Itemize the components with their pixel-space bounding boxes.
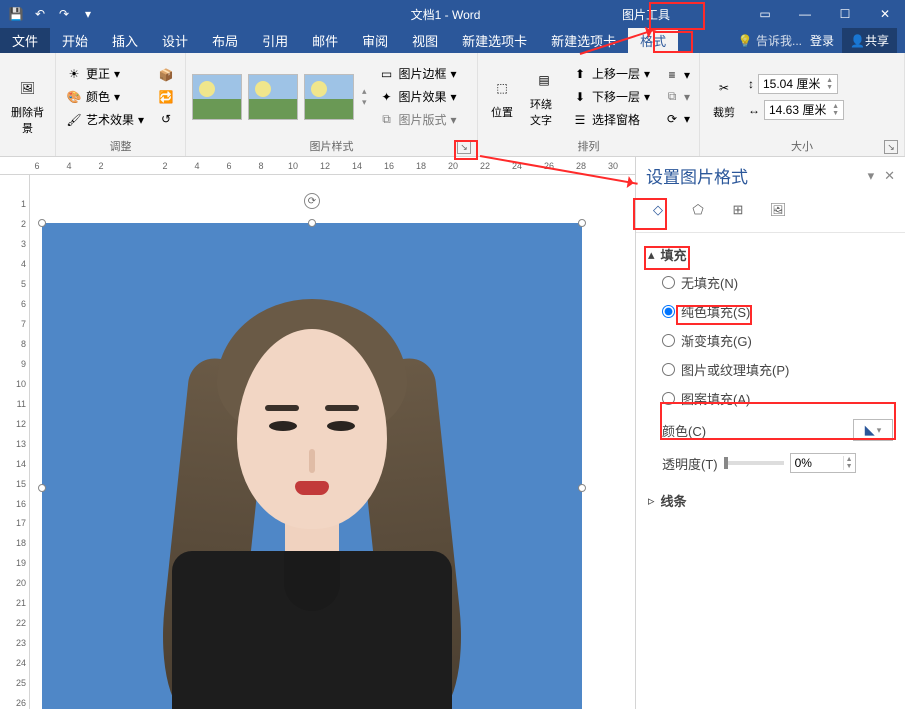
- selected-picture[interactable]: ⟳: [42, 223, 582, 709]
- reset-picture-button[interactable]: ↺: [154, 109, 178, 129]
- picture-texture-fill-radio[interactable]: 图片或纹理填充(P): [648, 355, 893, 384]
- picture-border-button[interactable]: ▭图片边框 ▾: [375, 63, 461, 84]
- gradient-fill-radio[interactable]: 渐变填充(G): [648, 326, 893, 355]
- line-section-header[interactable]: ▹线条: [648, 487, 893, 514]
- width-input[interactable]: 14.63 厘米▲▼: [764, 100, 844, 120]
- redo-icon[interactable]: ↷: [54, 4, 74, 24]
- picture-layout-button[interactable]: ⧉图片版式 ▾: [375, 109, 461, 130]
- arrange-group-label: 排列: [484, 136, 693, 154]
- effects-tab-icon[interactable]: ⬠: [684, 196, 712, 224]
- styles-more-button[interactable]: ▴▾: [360, 74, 369, 120]
- horizontal-ruler[interactable]: 64224681012141618202224262830: [0, 157, 635, 175]
- tab-design[interactable]: 设计: [150, 28, 200, 53]
- tab-newtab2[interactable]: 新建选项卡: [539, 28, 628, 53]
- maximize-icon[interactable]: ☐: [825, 0, 865, 28]
- resize-handle-e[interactable]: [578, 484, 586, 492]
- undo-icon[interactable]: ↶: [30, 4, 50, 24]
- pattern-fill-radio[interactable]: 图案填充(A): [648, 384, 893, 413]
- format-picture-pane: 设置图片格式 ▾ ✕ ◇ ⬠ ⊞ 🖼 ▴填充 无填充(N) 纯色填充(S) 渐变…: [635, 157, 905, 709]
- no-fill-radio[interactable]: 无填充(N): [648, 268, 893, 297]
- group-button[interactable]: ⧉▾: [660, 87, 694, 107]
- picture-effects-button[interactable]: ✦图片效果 ▾: [375, 86, 461, 107]
- height-input[interactable]: 15.04 厘米▲▼: [758, 74, 838, 94]
- share-button[interactable]: 👤 共享: [842, 28, 897, 53]
- height-icon: ↕: [748, 77, 754, 91]
- tab-home[interactable]: 开始: [50, 28, 100, 53]
- tab-view[interactable]: 视图: [400, 28, 450, 53]
- size-group-label: 大小: [791, 138, 813, 154]
- tab-references[interactable]: 引用: [250, 28, 300, 53]
- collapse-icon: ▴: [648, 247, 655, 263]
- picture-style-2[interactable]: [248, 74, 298, 120]
- minimize-icon[interactable]: —: [785, 0, 825, 28]
- transparency-spinner[interactable]: ▲▼: [790, 453, 856, 473]
- fill-line-tab-icon[interactable]: ◇: [644, 196, 672, 224]
- position-button[interactable]: ⬚位置: [484, 72, 520, 122]
- color-picker-button[interactable]: ◣▾: [853, 419, 893, 441]
- rotate-handle[interactable]: ⟳: [304, 193, 320, 209]
- layout-tab-icon[interactable]: ⊞: [724, 196, 752, 224]
- rotate-button[interactable]: ⟳▾: [660, 109, 694, 129]
- styles-group-label: 图片样式: [310, 138, 354, 154]
- crop-button[interactable]: ✂裁剪: [706, 72, 742, 122]
- resize-handle-w[interactable]: [38, 484, 46, 492]
- tab-mail[interactable]: 邮件: [300, 28, 350, 53]
- pane-dropdown-icon[interactable]: ▾: [868, 168, 875, 184]
- transparency-label: 透明度(T): [662, 454, 718, 473]
- resize-handle-nw[interactable]: [38, 219, 46, 227]
- document-canvas[interactable]: ⟳: [30, 175, 635, 709]
- send-backward-button[interactable]: ⬇下移一层 ▾: [568, 86, 654, 107]
- resize-handle-n[interactable]: [308, 219, 316, 227]
- tab-review[interactable]: 审阅: [350, 28, 400, 53]
- corrections-button[interactable]: ☀更正 ▾: [62, 63, 148, 84]
- change-picture-button[interactable]: 🔁: [154, 87, 178, 107]
- tab-newtab1[interactable]: 新建选项卡: [450, 28, 539, 53]
- tab-format[interactable]: 格式: [628, 28, 678, 53]
- pane-title: 设置图片格式: [646, 163, 748, 188]
- tab-layout[interactable]: 布局: [200, 28, 250, 53]
- remove-background-button[interactable]: 🖼删除背景: [6, 72, 49, 138]
- styles-dialog-launcher[interactable]: ↘: [457, 140, 471, 154]
- width-icon: ↔: [748, 103, 760, 117]
- picture-content: [42, 223, 582, 709]
- align-button[interactable]: ≡▾: [660, 65, 694, 85]
- color-button[interactable]: 🎨颜色 ▾: [62, 86, 148, 107]
- color-label: 颜色(C): [662, 421, 706, 440]
- qat-dropdown-icon[interactable]: ▾: [78, 4, 98, 24]
- window-title: 文档1 - Word: [411, 6, 481, 23]
- expand-icon: ▹: [648, 493, 655, 509]
- fill-section-header[interactable]: ▴填充: [648, 241, 893, 268]
- vertical-ruler[interactable]: 1234567891011121314151617181920212223242…: [0, 175, 30, 709]
- size-dialog-launcher[interactable]: ↘: [884, 140, 898, 154]
- pane-close-icon[interactable]: ✕: [884, 168, 895, 184]
- bring-forward-button[interactable]: ⬆上移一层 ▾: [568, 63, 654, 84]
- adjust-group-label: 调整: [62, 136, 179, 154]
- picture-style-1[interactable]: [192, 74, 242, 120]
- picture-style-3[interactable]: [304, 74, 354, 120]
- resize-handle-ne[interactable]: [578, 219, 586, 227]
- artistic-effects-button[interactable]: 🖌艺术效果 ▾: [62, 109, 148, 130]
- close-icon[interactable]: ✕: [865, 0, 905, 28]
- contextual-tab-label: 图片工具: [612, 0, 680, 28]
- tab-file[interactable]: 文件: [0, 28, 50, 53]
- selection-pane-button[interactable]: ☰选择窗格: [568, 109, 654, 130]
- login-button[interactable]: 登录: [810, 32, 834, 49]
- solid-fill-radio[interactable]: 纯色填充(S): [648, 297, 893, 326]
- save-icon[interactable]: 💾: [6, 4, 26, 24]
- wrap-text-button[interactable]: ▤环绕文字: [526, 64, 562, 130]
- picture-tab-icon[interactable]: 🖼: [764, 196, 792, 224]
- ribbon-options-icon[interactable]: ▭: [745, 0, 785, 28]
- tellme-button[interactable]: 💡 告诉我...: [738, 32, 802, 49]
- tab-insert[interactable]: 插入: [100, 28, 150, 53]
- transparency-slider[interactable]: [724, 461, 784, 465]
- compress-pictures-button[interactable]: 📦: [154, 65, 178, 85]
